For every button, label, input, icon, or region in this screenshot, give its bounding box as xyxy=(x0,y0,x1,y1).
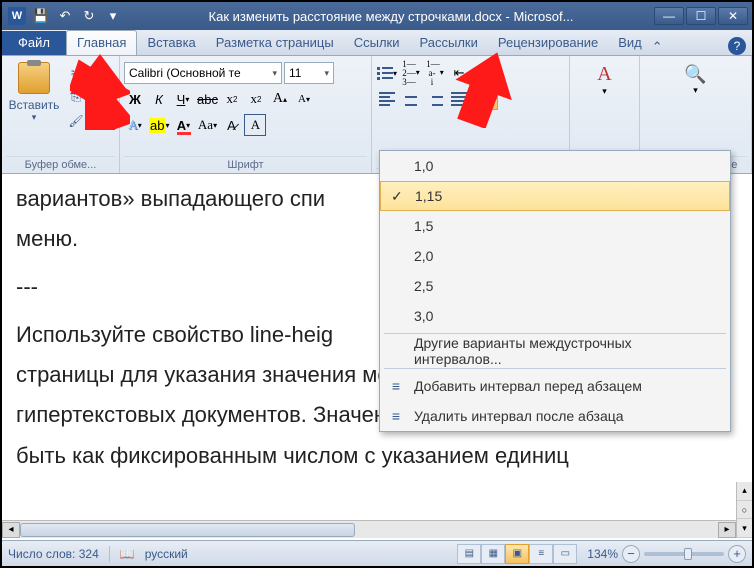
add-space-before-icon: ≡ xyxy=(386,378,406,394)
undo-button[interactable]: ↶ xyxy=(54,5,76,27)
group-font-label: Шрифт xyxy=(124,156,367,173)
underline-button[interactable]: Ч▾ xyxy=(172,88,194,110)
group-font: Calibri (Основной те▾ 11▾ Ж К Ч▾ abc x2 … xyxy=(120,56,372,173)
zoom-controls: 134% − + xyxy=(587,545,746,563)
scroll-track[interactable] xyxy=(20,522,718,538)
spacing-option-1-15[interactable]: 1,15 xyxy=(380,181,730,211)
view-web-layout[interactable]: ▣ xyxy=(505,544,529,564)
font-color-button[interactable]: A▾ xyxy=(172,114,194,136)
qat-customize-icon[interactable]: ▾ xyxy=(102,5,124,27)
group-clipboard-label: Буфер обме... xyxy=(6,156,115,173)
bullets-button[interactable]: ▾ xyxy=(376,62,398,84)
styles-icon: A xyxy=(597,63,611,86)
close-button[interactable]: ✕ xyxy=(718,7,748,25)
line-spacing-menu: 1,0 1,15 1,5 2,0 2,5 3,0 Другие варианты… xyxy=(379,150,731,432)
remove-space-after-icon: ≡ xyxy=(386,408,406,424)
maximize-button[interactable]: ☐ xyxy=(686,7,716,25)
spacing-option-2-0[interactable]: 2,0 xyxy=(380,241,730,271)
status-bar: Число слов: 324 📖 русский ▤ ▦ ▣ ≡ ▭ 134%… xyxy=(2,540,752,566)
spacing-option-1-5[interactable]: 1,5 xyxy=(380,211,730,241)
tab-page-layout[interactable]: Разметка страницы xyxy=(206,31,344,55)
quick-access-toolbar: W 💾 ↶ ↻ ▾ xyxy=(2,5,128,27)
browse-object-controls: ▴ ○ ▾ xyxy=(736,482,752,538)
font-family-combo[interactable]: Calibri (Основной те▾ xyxy=(124,62,282,84)
view-buttons: ▤ ▦ ▣ ≡ ▭ xyxy=(457,544,577,564)
find-button[interactable]: 🔍 ▾ xyxy=(676,58,716,102)
view-draft[interactable]: ▭ xyxy=(553,544,577,564)
doc-line: быть как фиксированным числом с указание… xyxy=(16,439,738,473)
numbering-button[interactable]: 1—2—3—▾ xyxy=(400,62,422,84)
spacing-option-3-0[interactable]: 3,0 xyxy=(380,301,730,331)
annotation-arrow-left xyxy=(70,54,130,132)
title-bar: W 💾 ↶ ↻ ▾ Как изменить расстояние между … xyxy=(2,2,752,30)
minimize-button[interactable]: — xyxy=(654,7,684,25)
font-size-value: 11 xyxy=(289,66,301,80)
tab-home[interactable]: Главная xyxy=(66,30,137,55)
zoom-in-button[interactable]: + xyxy=(728,545,746,563)
previous-page-button[interactable]: ▴ xyxy=(737,482,752,501)
language-indicator[interactable]: русский xyxy=(145,547,188,561)
save-button[interactable]: 💾 xyxy=(30,5,52,27)
help-icon[interactable]: ? xyxy=(728,37,746,55)
paste-button[interactable]: Вставить ▾ xyxy=(6,58,62,123)
align-center-button[interactable] xyxy=(400,88,422,110)
subscript-button[interactable]: x2 xyxy=(221,88,243,110)
binoculars-icon: 🔍 xyxy=(684,64,706,85)
paste-label: Вставить xyxy=(9,98,60,112)
view-outline[interactable]: ≡ xyxy=(529,544,553,564)
grow-font-button[interactable]: A▴ xyxy=(269,88,291,110)
redo-button[interactable]: ↻ xyxy=(78,5,100,27)
ribbon-tabs: Файл Главная Вставка Разметка страницы С… xyxy=(2,30,752,56)
menu-separator xyxy=(384,368,726,369)
strikethrough-button[interactable]: abc xyxy=(196,88,219,110)
font-size-combo[interactable]: 11▾ xyxy=(284,62,334,84)
annotation-arrow-right xyxy=(454,50,514,128)
multilevel-list-button[interactable]: 1— a- i▾ xyxy=(424,62,446,84)
align-left-button[interactable] xyxy=(376,88,398,110)
highlight-button[interactable]: ab▾ xyxy=(148,114,170,136)
status-separator xyxy=(109,546,110,562)
clipboard-icon xyxy=(18,62,50,94)
horizontal-scrollbar[interactable]: ◂ ▸ xyxy=(2,520,736,538)
spellcheck-icon[interactable]: 📖 xyxy=(120,547,135,561)
zoom-out-button[interactable]: − xyxy=(622,545,640,563)
clear-formatting-button[interactable]: A̷ xyxy=(220,114,242,136)
view-print-layout[interactable]: ▤ xyxy=(457,544,481,564)
spacing-options-more[interactable]: Другие варианты междустрочных интервалов… xyxy=(380,336,730,366)
scroll-left-button[interactable]: ◂ xyxy=(2,522,20,538)
tab-insert[interactable]: Вставка xyxy=(137,31,205,55)
styles-button[interactable]: A ▾ xyxy=(585,58,625,102)
italic-button[interactable]: К xyxy=(148,88,170,110)
add-space-before[interactable]: ≡ Добавить интервал перед абзацем xyxy=(380,371,730,401)
spacing-option-2-5[interactable]: 2,5 xyxy=(380,271,730,301)
minimize-ribbon-icon[interactable]: ⌃ xyxy=(652,39,663,55)
scroll-thumb[interactable] xyxy=(20,523,355,537)
view-full-screen[interactable]: ▦ xyxy=(481,544,505,564)
zoom-slider-thumb[interactable] xyxy=(684,548,692,560)
window-controls: — ☐ ✕ xyxy=(654,7,752,25)
tab-references[interactable]: Ссылки xyxy=(344,31,410,55)
window-title: Как изменить расстояние между строчками.… xyxy=(128,9,654,24)
align-right-button[interactable] xyxy=(424,88,446,110)
character-border-button[interactable]: A xyxy=(244,114,266,136)
scroll-right-button[interactable]: ▸ xyxy=(718,522,736,538)
remove-space-after[interactable]: ≡ Удалить интервал после абзаца xyxy=(380,401,730,431)
superscript-button[interactable]: x2 xyxy=(245,88,267,110)
font-family-value: Calibri (Основной те xyxy=(129,66,241,80)
shrink-font-button[interactable]: A▾ xyxy=(293,88,315,110)
zoom-slider[interactable] xyxy=(644,552,724,556)
tab-view[interactable]: Вид xyxy=(608,31,652,55)
word-app-icon[interactable]: W xyxy=(6,5,28,27)
spacing-option-1-0[interactable]: 1,0 xyxy=(380,151,730,181)
menu-separator xyxy=(384,333,726,334)
zoom-level[interactable]: 134% xyxy=(587,547,618,561)
tab-file[interactable]: Файл xyxy=(2,31,66,55)
next-page-button[interactable]: ▾ xyxy=(737,519,752,538)
change-case-button[interactable]: Aa▾ xyxy=(196,114,218,136)
select-browse-object-button[interactable]: ○ xyxy=(737,501,752,520)
word-count-label[interactable]: Число слов: 324 xyxy=(8,547,99,561)
